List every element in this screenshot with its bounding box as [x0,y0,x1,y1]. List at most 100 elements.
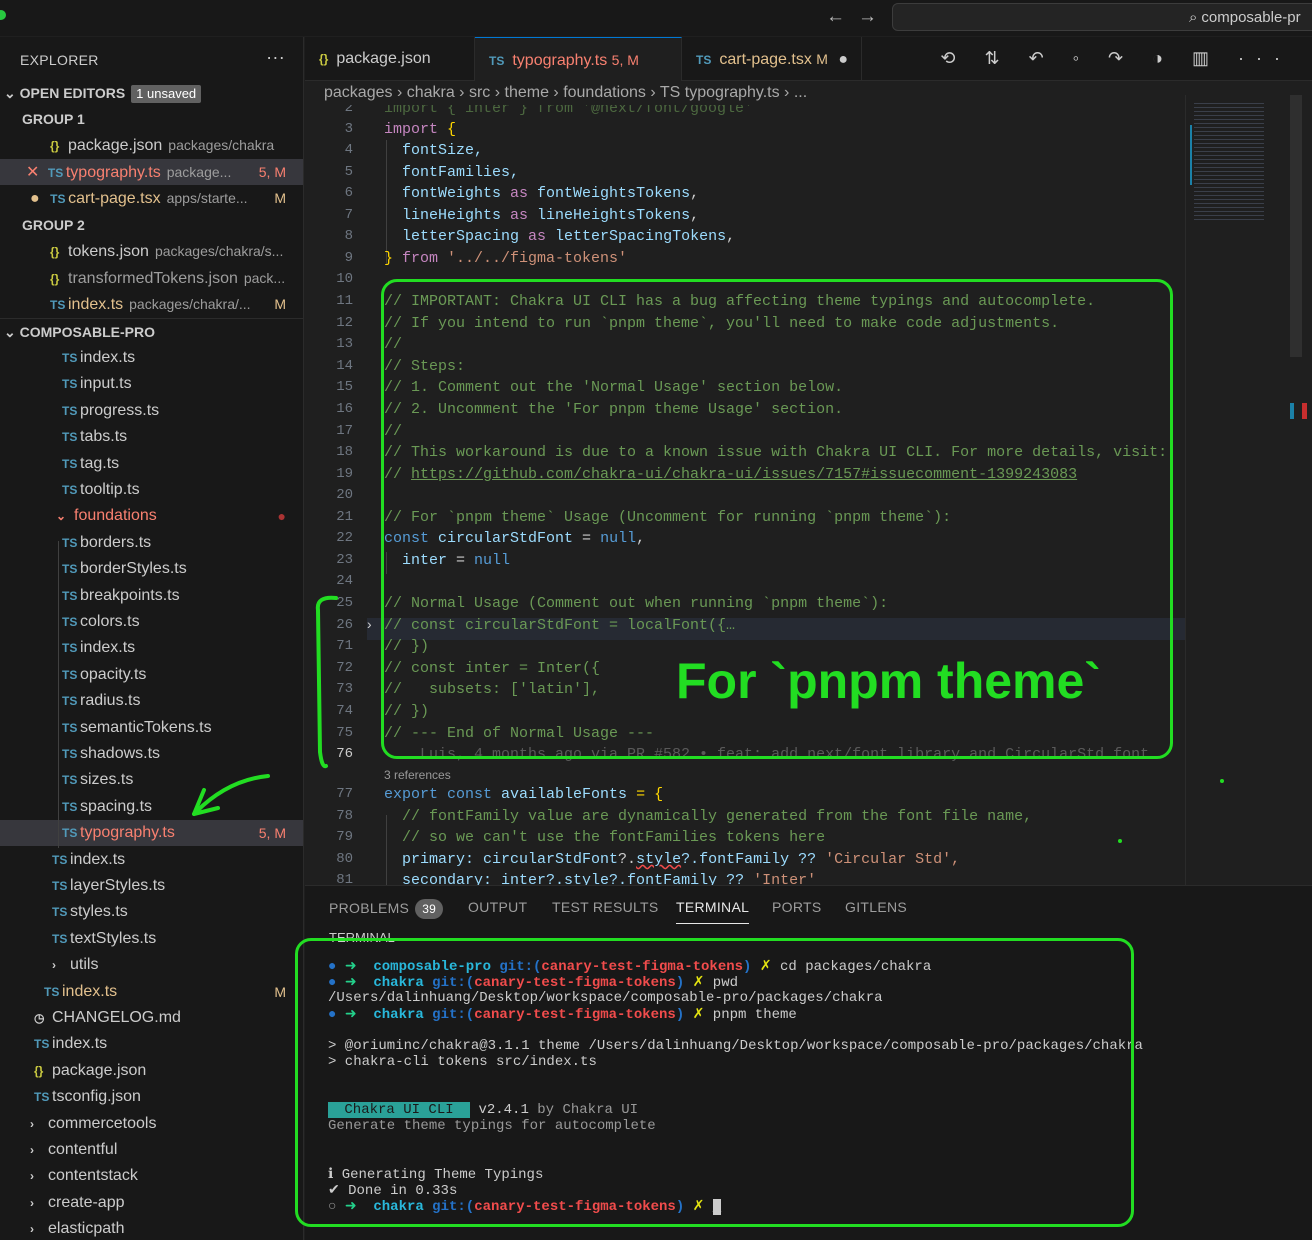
scrollbar-thumb[interactable] [1290,95,1302,357]
file-row[interactable]: › contentstack [0,1163,303,1189]
file-row[interactable]: TS radius.ts [0,688,303,714]
project-header[interactable]: ⌄ COMPOSABLE-PRO [0,318,303,344]
file-name: input.ts [80,375,132,393]
file-row[interactable]: TS semanticTokens.ts [0,715,303,741]
file-row[interactable]: › create-app [0,1190,303,1216]
code-line-9: } from '../../figma-tokens' [384,250,628,267]
file-row[interactable]: {} package.json [0,1058,303,1084]
file-row[interactable]: TS textStyles.ts [0,926,303,952]
tab-ports[interactable]: PORTS [772,899,821,915]
code-line-77: export const availableFonts = { [384,786,664,803]
close-icon[interactable]: ✕ [26,164,44,181]
file-name: colors.ts [80,613,140,630]
file-row[interactable]: TS styles.ts [0,899,303,925]
line-number: 71 [336,638,353,654]
tab-typography-ts[interactable]: TS typography.ts 5, M [475,37,682,81]
file-row[interactable]: › commercetools [0,1111,303,1137]
file-row[interactable]: TS opacity.ts [0,662,303,688]
command-center-text: composable-pr [1201,9,1301,26]
back-arrow-icon[interactable]: ← [826,6,845,28]
open-editors-label: OPEN EDITORS [19,85,126,101]
file-row[interactable]: TS tsconfig.json [0,1084,303,1110]
codelens-references[interactable]: 3 references [384,768,451,782]
ts-file-icon: TS [62,694,78,709]
ts-file-icon: TS [62,403,78,418]
unsaved-dot-icon[interactable]: ● [30,190,44,207]
breadcrumb[interactable]: packages › chakra › src › theme › founda… [305,81,1312,105]
file-row[interactable]: ⌄ foundations ● [0,503,303,529]
file-row[interactable]: TS layerStyles.ts [0,873,303,899]
file-row[interactable]: TS tooltip.ts [0,477,303,503]
file-row[interactable]: TS breakpoints.ts [0,583,303,609]
file-name: tokens.json [68,243,149,260]
file-row[interactable]: TS tag.ts [0,451,303,477]
file-row[interactable]: TS sizes.ts [0,767,303,793]
tab-package-json[interactable]: {} package.json [305,37,475,81]
ts-file-icon: TS [62,799,78,814]
file-row[interactable]: ◷ CHANGELOG.md [0,1005,303,1031]
ts-file-icon: TS [62,483,78,497]
file-row[interactable]: {} package.json packages/chakra [0,132,303,158]
file-row[interactable]: {} transformedTokens.json pack... [0,265,303,291]
file-name: typography.ts [80,824,175,842]
tab-status: 5, M [611,52,639,68]
file-row[interactable]: TS spacing.ts [0,794,303,820]
tab-test-results[interactable]: TEST RESULTS [552,899,659,915]
file-row[interactable]: › utils [0,952,303,978]
file-row[interactable]: ● TS cart-page.tsx apps/starte... M [0,185,303,211]
file-row[interactable]: › elasticpath [0,1216,303,1240]
line-number: 25 [336,595,353,611]
file-name: index.ts [62,982,118,1000]
command-center-search[interactable]: ⌕ composable-pr [892,3,1312,31]
file-row[interactable]: TS index.ts [0,635,303,661]
editor-toolbar-icons[interactable]: ⟲ ⇅ ↶ ◦ ↷ ◑ ▥ ··· [940,48,1292,69]
json-file-icon: {} [34,1063,44,1078]
line-number: 22 [336,530,353,546]
file-name: layerStyles.ts [70,877,166,894]
file-row[interactable]: TS index.ts [0,847,303,873]
file-row[interactable]: TS index.ts M [0,979,303,1005]
fold-chevron-icon[interactable]: › [365,618,373,634]
file-row[interactable]: TS shadows.ts [0,741,303,767]
explorer-sidebar: EXPLORER ··· ⌄ OPEN EDITORS 1 unsaved GRO… [0,37,304,1240]
more-actions-icon[interactable]: ··· [266,47,285,68]
tab-output[interactable]: OUTPUT [468,899,527,915]
window-control-dot[interactable] [0,10,6,20]
ts-file-icon: TS [62,535,78,550]
file-name: tsconfig.json [52,1088,141,1106]
file-name: progress.ts [80,401,160,419]
file-row[interactable]: ✕ TS typography.ts package... 5, M [0,158,303,185]
file-row[interactable]: TS borderStyles.ts [0,556,303,582]
file-row[interactable]: TS tabs.ts [0,424,303,450]
search-icon: ⌕ [1189,9,1198,26]
title-bar: ← → ⌕ composable-pr [0,0,1312,36]
unsaved-dot-icon[interactable]: ● [838,51,848,68]
forward-arrow-icon[interactable]: → [858,6,877,28]
line-number: 18 [336,444,353,460]
file-row[interactable]: TS input.ts [0,371,303,397]
ts-file-icon: TS [52,879,68,893]
tab-gitlens[interactable]: GITLENS [845,899,907,915]
file-path: package... [166,163,232,180]
json-file-icon: {} [50,245,60,259]
file-name: contentful [48,1141,118,1158]
file-name: borderStyles.ts [80,560,187,578]
file-row[interactable]: TS borders.ts [0,530,303,556]
tab-problems[interactable]: PROBLEMS 39 [329,899,444,919]
file-row[interactable]: › contentful [0,1137,303,1163]
code-line-81: secondary: inter?.style?.fontFamily ?? '… [384,872,817,885]
open-editors-header[interactable]: ⌄ OPEN EDITORS 1 unsaved [0,80,303,106]
file-row[interactable]: TS typography.ts 5, M [0,820,303,847]
file-name: package.json [68,137,163,154]
scroll-error-marker [1302,403,1307,419]
tab-cart-page-tsx[interactable]: TS cart-page.tsx M ● [682,37,862,81]
file-row[interactable]: {} tokens.json packages/chakra/s... [0,238,303,264]
file-row[interactable]: TS index.ts [0,1031,303,1057]
file-row[interactable]: TS index.ts packages/chakra/... M [0,291,303,317]
file-row[interactable]: TS progress.ts [0,398,303,424]
file-name: index.ts [70,850,126,868]
file-row[interactable]: TS index.ts [0,345,303,371]
minimap[interactable] [1185,95,1312,885]
file-row[interactable]: TS colors.ts [0,609,303,635]
tab-terminal[interactable]: TERMINAL [676,899,750,924]
